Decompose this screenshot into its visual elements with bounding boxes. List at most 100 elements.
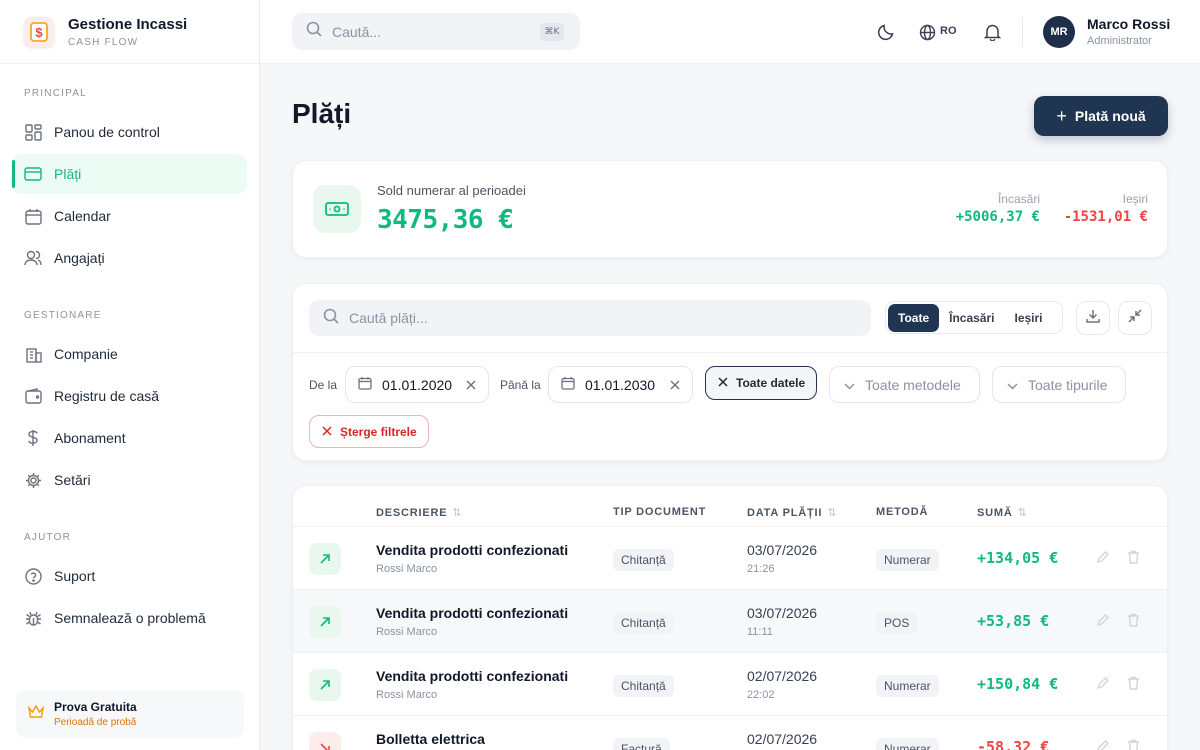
methods-dropdown[interactable]: Toate metodele (829, 366, 980, 403)
to-date-value: 01.01.2030 (585, 376, 656, 393)
payment-time: 11:11 (747, 626, 773, 638)
sidebar-item-calendar[interactable]: Calendar (12, 196, 247, 236)
shortcut-badge: ⌘K (540, 23, 564, 41)
document-type-badge: Chitanță (613, 549, 674, 571)
download-button[interactable] (1076, 301, 1110, 335)
expense-label: Ieșiri (1122, 192, 1148, 206)
trash-icon[interactable] (1125, 612, 1141, 628)
search-placeholder: Caută... (332, 23, 382, 40)
all-dates-chip[interactable]: Toate datele (705, 366, 817, 400)
sidebar-item-employees[interactable]: Angajați (12, 238, 247, 278)
document-type-badge: Chitanță (613, 612, 674, 634)
table-row[interactable]: Vendita prodotti confezionati Rossi Marc… (293, 590, 1167, 653)
payment-amount: +134,05 € (977, 549, 1059, 567)
from-date-field[interactable]: 01.01.2020 (345, 366, 489, 403)
brand[interactable]: $ Gestione Incassi CASH FLOW (0, 0, 259, 64)
close-icon (718, 376, 728, 390)
brand-subtitle: CASH FLOW (68, 36, 139, 48)
document-type-badge: Factură (613, 738, 670, 750)
crown-icon (27, 704, 45, 724)
avatar[interactable]: MR (1043, 16, 1075, 48)
plus-icon: + (1056, 105, 1067, 126)
close-icon (322, 425, 332, 439)
search-icon (306, 21, 322, 42)
clear-from-date-icon[interactable] (466, 377, 476, 393)
edit-icon[interactable] (1095, 675, 1111, 691)
sidebar-item-support[interactable]: Suport (12, 556, 247, 596)
table-row[interactable]: Bolletta elettrica Factură 02/07/2026 Nu… (293, 716, 1167, 750)
card-icon (24, 165, 42, 183)
new-payment-button[interactable]: + Plată nouă (1034, 96, 1168, 136)
sidebar-item-settings[interactable]: Setări (12, 460, 247, 500)
filters-divider (293, 352, 1167, 353)
payment-description: Bolletta elettrica (376, 731, 485, 747)
sidebar-item-dashboard[interactable]: Panou de control (12, 112, 247, 152)
clear-to-date-icon[interactable] (670, 377, 680, 393)
payment-amount: +150,84 € (977, 675, 1059, 693)
sidebar-item-label: Setări (54, 472, 91, 488)
trial-title: Prova Gratuita (54, 700, 137, 714)
types-dropdown[interactable]: Toate tipurile (992, 366, 1126, 403)
arrow-up-right-icon (309, 606, 341, 638)
payments-search-input[interactable]: Caută plăți... (309, 300, 871, 336)
sidebar-item-company[interactable]: Companie (12, 334, 247, 374)
bell-icon[interactable] (982, 22, 1002, 42)
column-header-document-type: TIP DOCUMENT (613, 506, 707, 518)
users-icon (24, 249, 42, 267)
to-date-field[interactable]: 01.01.2030 (548, 366, 693, 403)
app-logo-icon: $ (24, 16, 54, 47)
brand-title: Gestione Incassi (68, 15, 188, 33)
sidebar-item-label: Plăți (54, 166, 82, 182)
clear-filters-button[interactable]: Șterge filtrele (309, 415, 429, 448)
payment-date: 03/07/2026 (747, 605, 818, 621)
global-search-input[interactable]: Caută... ⌘K (292, 13, 580, 50)
payment-person: Rossi Marco (376, 626, 438, 638)
globe-icon[interactable] (917, 22, 937, 42)
sidebar-item-label: Abonament (54, 430, 126, 446)
segment-income[interactable]: Încasări (939, 304, 1004, 332)
sidebar-item-subscription[interactable]: Abonament (12, 418, 247, 458)
edit-icon[interactable] (1095, 738, 1111, 750)
sidebar: $ Gestione Incassi CASH FLOW PRINCIPAL P… (0, 0, 260, 750)
payment-amount: +53,85 € (977, 612, 1050, 630)
arrow-up-right-icon (309, 669, 341, 701)
segment-expenses[interactable]: Ieșiri (1005, 304, 1053, 332)
direction-segmented-control: Toate Încasări Ieșiri (885, 301, 1063, 334)
sort-icon: ⇅ (827, 507, 838, 519)
sidebar-item-cash-register[interactable]: Registru de casă (12, 376, 247, 416)
column-header-method: METODĂ (876, 506, 929, 518)
edit-icon[interactable] (1095, 612, 1111, 628)
column-header-amount[interactable]: SUMĂ ⇅ (977, 506, 1028, 519)
trash-icon[interactable] (1125, 549, 1141, 565)
user-role: Administrator (1087, 35, 1152, 47)
segment-all[interactable]: Toate (888, 303, 940, 332)
all-dates-label: Toate datele (736, 376, 806, 390)
table-row[interactable]: Vendita prodotti confezionati Rossi Marc… (293, 527, 1167, 590)
language-selector[interactable]: RO (940, 25, 957, 37)
sidebar-item-report-problem[interactable]: Semnalează o problemă (12, 598, 247, 638)
bug-icon (24, 609, 42, 627)
sidebar-item-label: Companie (54, 346, 118, 362)
sidebar-item-label: Panou de control (54, 124, 160, 140)
method-badge: POS (876, 612, 918, 634)
collapse-icon (1127, 308, 1143, 329)
collapse-filters-button[interactable] (1118, 301, 1152, 335)
trial-banner[interactable]: Prova Gratuita Perioadă de probă (16, 690, 244, 738)
calendar-icon (358, 376, 372, 393)
user-name[interactable]: Marco Rossi (1087, 16, 1170, 32)
types-placeholder: Toate tipurile (1028, 376, 1108, 393)
moon-icon[interactable] (876, 22, 896, 42)
trash-icon[interactable] (1125, 738, 1141, 750)
trash-icon[interactable] (1125, 675, 1141, 691)
column-header-payment-date[interactable]: DATA PLĂȚII ⇅ (747, 506, 837, 519)
column-header-description[interactable]: DESCRIERE ⇅ (376, 506, 462, 519)
table-row[interactable]: Vendita prodotti confezionati Rossi Marc… (293, 653, 1167, 716)
topbar-divider (1022, 18, 1023, 46)
sidebar-item-payments[interactable]: Plăți (12, 154, 247, 194)
trial-subtitle: Perioadă de probă (54, 717, 137, 728)
dashboard-icon (24, 123, 42, 141)
payment-description: Vendita prodotti confezionati (376, 605, 569, 621)
balance-label: Sold numerar al perioadei (377, 183, 526, 198)
method-badge: Numerar (876, 675, 939, 697)
edit-icon[interactable] (1095, 549, 1111, 565)
